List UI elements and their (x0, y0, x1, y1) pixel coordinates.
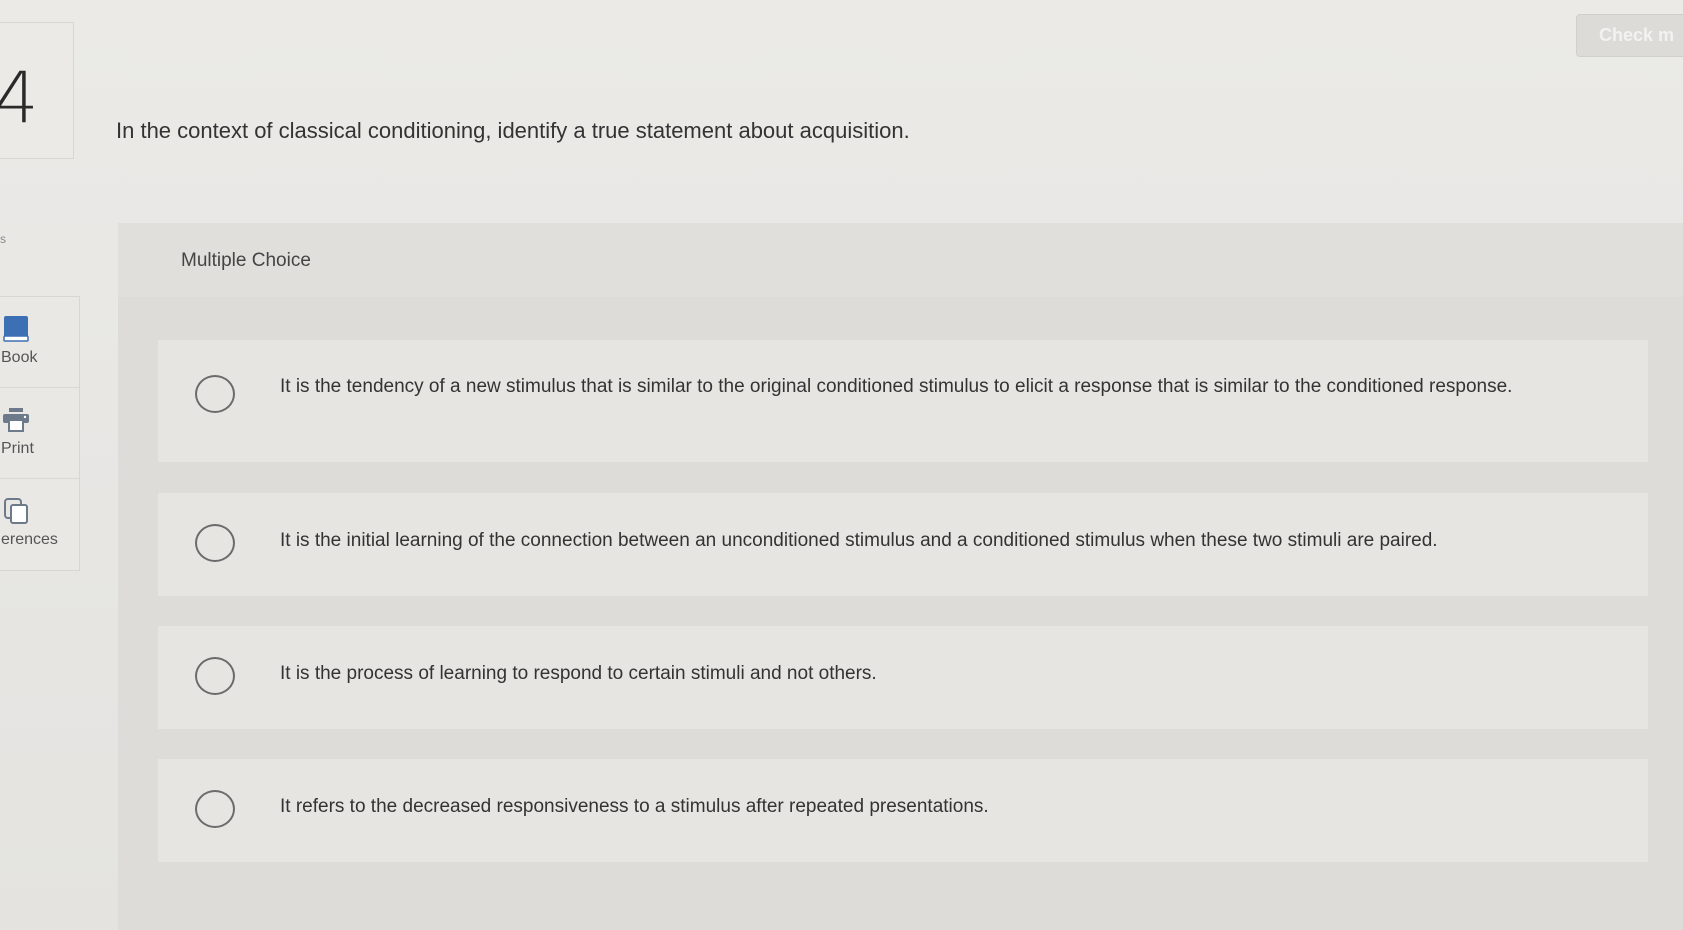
tools-rail: Book Print erences (0, 296, 80, 571)
answer-option-4-text: It refers to the decreased responsivenes… (280, 796, 989, 817)
question-number-box: 4 (0, 22, 74, 159)
radio-button-1[interactable] (195, 375, 235, 413)
answer-option-3-text: It is the process of learning to respond… (280, 663, 877, 684)
question-number: 4 (0, 57, 39, 139)
radio-button-3[interactable] (195, 657, 235, 695)
question-prompt: In the context of classical conditioning… (116, 118, 910, 143)
tool-book[interactable]: Book (0, 297, 79, 388)
radio-button-4[interactable] (195, 790, 235, 828)
tool-print[interactable]: Print (0, 388, 79, 479)
question-type-label: Multiple Choice (181, 250, 311, 271)
tool-print-label: Print (1, 440, 34, 457)
tool-references-label: erences (1, 531, 58, 548)
rail-tick: s (0, 232, 6, 246)
answer-option-2[interactable]: It is the initial learning of the connec… (158, 493, 1648, 596)
tool-references[interactable]: erences (0, 479, 79, 570)
answer-option-2-text: It is the initial learning of the connec… (280, 530, 1438, 551)
book-icon (3, 316, 29, 342)
answer-option-1-text: It is the tendency of a new stimulus tha… (280, 376, 1513, 397)
answer-option-3[interactable]: It is the process of learning to respond… (158, 626, 1648, 729)
answer-option-1[interactable]: It is the tendency of a new stimulus tha… (158, 340, 1648, 462)
multiple-choice-panel: Multiple Choice It is the tendency of a … (118, 223, 1683, 930)
multiple-choice-header: Multiple Choice (118, 223, 1683, 297)
radio-button-2[interactable] (195, 524, 235, 562)
check-my-work-button[interactable]: Check m (1576, 14, 1683, 57)
references-icon (4, 498, 28, 524)
answer-option-4[interactable]: It refers to the decreased responsivenes… (158, 759, 1648, 862)
tool-book-label: Book (1, 349, 38, 366)
printer-icon (3, 408, 29, 432)
